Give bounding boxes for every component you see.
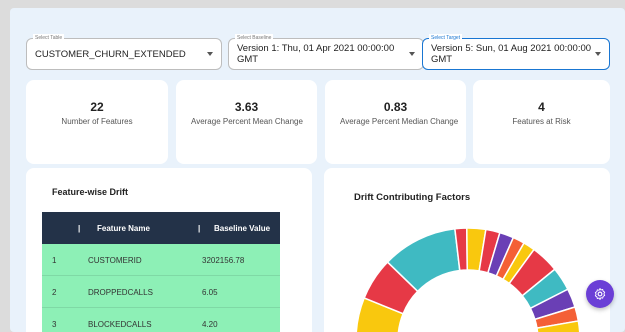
select-table-legend: Select Table: [33, 34, 65, 42]
row-baseline-value: 6.05: [202, 288, 218, 297]
select-baseline[interactable]: Select Baseline Version 1: Thu, 01 Apr 2…: [228, 34, 424, 70]
row-feature-name: BLOCKEDCALLS: [88, 320, 152, 329]
select-table[interactable]: Select Table CUSTOMER_CHURN_EXTENDED: [26, 34, 222, 70]
select-target-value: Version 5: Sun, 01 Aug 2021 00:00:00 GMT: [431, 43, 592, 65]
row-index: 3: [52, 320, 57, 329]
metric-label: Number of Features: [61, 117, 133, 126]
metric-value: 0.83: [383, 100, 408, 114]
table-header: | Feature Name | Baseline Value: [42, 212, 280, 244]
table-row[interactable]: 1 CUSTOMERID 3202156.78: [42, 244, 280, 276]
select-baseline-value: Version 1: Thu, 01 Apr 2021 00:00:00 GMT: [237, 43, 395, 65]
metric-value: 22: [90, 100, 104, 114]
metric-card-features: 22 Number of Features: [26, 80, 168, 164]
metric-value: 3.63: [234, 100, 259, 114]
select-target-legend: Select Target: [429, 34, 463, 42]
row-baseline-value: 3202156.78: [202, 256, 245, 265]
column-header-feature[interactable]: Feature Name: [97, 224, 150, 233]
metric-label: Features at Risk: [512, 117, 571, 126]
table-row[interactable]: 3 BLOCKEDCALLS 4.20: [42, 308, 280, 332]
settings-icon: [594, 287, 606, 301]
metric-label: Average Percent Mean Change: [191, 117, 303, 126]
row-index: 2: [52, 288, 57, 297]
row-feature-name: DROPPEDCALLS: [88, 288, 153, 297]
select-table-value: CUSTOMER_CHURN_EXTENDED: [35, 48, 186, 60]
metric-card-median-change: 0.83 Average Percent Median Change: [325, 80, 466, 164]
feature-drift-title: Feature-wise Drift: [52, 187, 129, 197]
settings-fab-button[interactable]: [586, 280, 614, 308]
metric-card-features-at-risk: 4 Features at Risk: [473, 80, 610, 164]
caret-down-icon: [595, 52, 601, 56]
row-baseline-value: 4.20: [202, 320, 218, 329]
drift-factors-donut-chart: [355, 227, 581, 332]
select-target[interactable]: Select Target Version 5: Sun, 01 Aug 202…: [422, 34, 610, 70]
table-row[interactable]: 2 DROPPEDCALLS 6.05: [42, 276, 280, 308]
metric-label: Average Percent Median Change: [340, 117, 459, 126]
column-header-baseline[interactable]: Baseline Value: [214, 224, 270, 233]
column-separator: |: [198, 224, 201, 233]
select-baseline-legend: Select Baseline: [235, 34, 274, 42]
caret-down-icon: [207, 52, 213, 56]
column-separator: |: [78, 224, 81, 233]
row-index: 1: [52, 256, 57, 265]
row-feature-name: CUSTOMERID: [88, 256, 142, 265]
metric-card-mean-change: 3.63 Average Percent Mean Change: [176, 80, 317, 164]
metric-value: 4: [538, 100, 545, 114]
caret-down-icon: [409, 52, 415, 56]
